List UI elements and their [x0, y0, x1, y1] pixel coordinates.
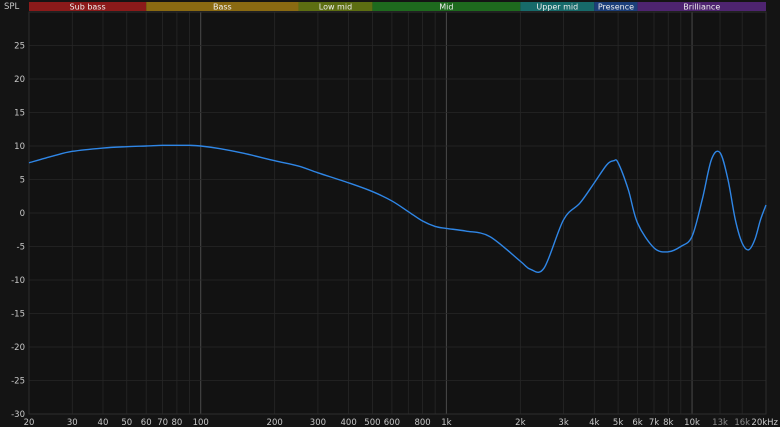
data-point-0-23 [489, 236, 490, 237]
y-tick-label-6: 0 [20, 209, 25, 219]
x-tick-label-19: 3k [558, 418, 568, 427]
data-point-0-9 [200, 145, 201, 146]
data-point-0-2 [72, 151, 73, 152]
x-tick-label-17: 1k [441, 418, 451, 427]
band-label-6: Brilliance [683, 3, 720, 12]
x-tick-label-26: 10k [684, 418, 700, 427]
x-tick-label-6: 80 [171, 418, 182, 427]
y-tick-label-1: -25 [11, 377, 25, 387]
data-point-0-4 [126, 146, 127, 147]
data-point-0-10 [220, 148, 221, 149]
x-tick-label-11: 400 [341, 418, 357, 427]
data-point-0-11 [243, 153, 244, 154]
x-tick-label-13: 600 [384, 418, 400, 427]
y-tick-label-10: 20 [14, 75, 25, 85]
x-tick-label-18: 2k [515, 418, 525, 427]
y-tick-label-7: 5 [20, 176, 25, 186]
data-point-0-16 [372, 191, 373, 192]
x-tick-label-22: 6k [632, 418, 642, 427]
y-tick-label-4: -10 [11, 276, 25, 286]
data-point-0-20 [435, 226, 436, 227]
data-point-0-13 [298, 166, 299, 167]
band-label-1: Bass [213, 3, 232, 12]
x-tick-label-28: 16k [734, 418, 750, 427]
x-tick-label-21: 5k [613, 418, 623, 427]
y-axis-label: SPL [4, 2, 20, 12]
data-point-0-39 [702, 199, 703, 200]
data-point-0-5 [146, 145, 147, 146]
data-point-0-36 [668, 251, 669, 252]
data-point-0-45 [748, 249, 749, 250]
band-label-2: Low mid [319, 3, 352, 12]
data-point-0-33 [628, 189, 629, 190]
data-point-0-47 [760, 219, 761, 220]
data-point-0-42 [727, 179, 728, 180]
data-point-0-7 [176, 145, 177, 146]
y-tick-label-8: 10 [14, 142, 25, 152]
data-point-0-19 [422, 220, 423, 221]
data-point-0-41 [719, 152, 720, 153]
x-tick-label-2: 40 [98, 418, 109, 427]
frequency-band-bar: Sub bass Bass Low mid Mid Upper mid Presence B… [29, 2, 766, 12]
x-tick-label-24: 8k [663, 418, 673, 427]
data-point-0-21 [446, 228, 447, 229]
frequency-response-chart: Sub bass Bass Low mid Mid Upper mid Presence B… [0, 0, 780, 427]
x-tick-label-20: 4k [589, 418, 599, 427]
data-point-0-25 [530, 269, 531, 270]
data-point-0-31 [613, 160, 614, 161]
band-label-0: Sub bass [70, 3, 106, 12]
data-point-0-17 [391, 200, 392, 201]
data-point-0-35 [653, 247, 654, 248]
band-label-3: Mid [439, 3, 453, 12]
x-tick-label-0: 20 [24, 418, 35, 427]
data-point-0-44 [742, 243, 743, 244]
y-tick-label-9: 15 [14, 109, 25, 119]
data-point-0-14 [317, 172, 318, 173]
data-point-0-15 [348, 182, 349, 183]
data-point-0-29 [594, 182, 595, 183]
x-tick-label-1: 30 [67, 418, 78, 427]
y-tick-label-2: -20 [11, 343, 25, 353]
data-point-0-40 [711, 159, 712, 160]
data-point-0-26 [544, 267, 545, 268]
x-tick-label-10: 300 [310, 418, 326, 427]
y-tick-label-11: 25 [14, 42, 25, 52]
data-point-0-27 [563, 219, 564, 220]
x-tick-label-27: 13k [712, 418, 728, 427]
y-tick-label-3: -15 [11, 310, 25, 320]
x-tick-label-23: 7k [649, 418, 659, 427]
x-tick-label-15: 800 [414, 418, 430, 427]
band-label-4: Upper mid [536, 3, 578, 12]
data-point-0-32 [617, 162, 618, 163]
data-point-0-6 [162, 145, 163, 146]
data-point-0-24 [520, 261, 521, 262]
data-point-0-0 [28, 162, 29, 163]
x-tick-label-4: 60 [141, 418, 152, 427]
x-tick-label-12: 500 [364, 418, 380, 427]
y-tick-label-5: -5 [17, 243, 25, 253]
data-point-0-48 [765, 204, 766, 205]
data-point-0-46 [754, 239, 755, 240]
band-label-5: Presence [598, 3, 634, 12]
data-point-0-38 [691, 236, 692, 237]
data-point-0-1 [52, 155, 53, 156]
data-point-0-8 [189, 145, 190, 146]
data-point-0-3 [102, 147, 103, 148]
data-point-0-18 [408, 211, 409, 212]
y-tick-label-0: -30 [11, 410, 25, 420]
data-point-0-30 [606, 164, 607, 165]
x-tick-label-29: 20kHz [751, 418, 778, 427]
x-tick-label-3: 50 [121, 418, 132, 427]
data-point-0-34 [637, 222, 638, 223]
x-tick-label-9: 200 [267, 418, 283, 427]
data-point-0-28 [579, 202, 580, 203]
x-tick-label-8: 100 [193, 418, 209, 427]
data-point-0-12 [274, 160, 275, 161]
data-point-0-43 [735, 219, 736, 220]
data-point-0-37 [680, 246, 681, 247]
data-point-0-22 [465, 230, 466, 231]
x-tick-label-5: 70 [157, 418, 168, 427]
